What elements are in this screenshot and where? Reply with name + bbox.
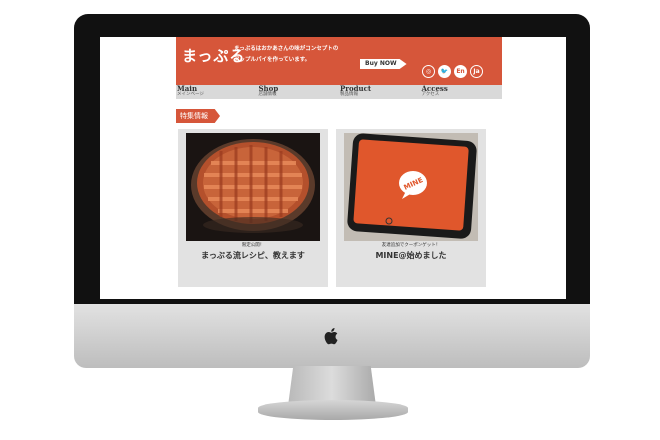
nav-label: Main	[177, 84, 198, 93]
nav-item-main[interactable]: Main メインページ	[176, 85, 258, 99]
nav-sublabel: 店舗情報	[258, 92, 277, 97]
card-subtitle: 限定公開！	[241, 243, 265, 248]
buy-now-button[interactable]: Buy NOW	[360, 59, 407, 69]
imac-stand-foot	[258, 400, 408, 420]
nav-label: Access	[421, 84, 448, 93]
social-links: ◎ 🐦 En Ja	[422, 65, 483, 78]
card-subtitle: 友達追加でクーポンゲット！	[381, 243, 441, 248]
card-title[interactable]: まっぷる流レシピ、教えます	[178, 250, 328, 261]
twitter-icon[interactable]: 🐦	[438, 65, 451, 78]
nav-sublabel: メインページ	[177, 92, 204, 97]
nav-sublabel: アクセス	[421, 92, 440, 97]
apple-logo-icon	[324, 328, 338, 345]
nav-item-shop[interactable]: Shop 店舗情報	[258, 85, 340, 99]
apple-pie-photo	[186, 133, 320, 241]
feature-card-recipe[interactable]: 限定公開！ まっぷる流レシピ、教えます	[178, 129, 328, 287]
japanese-icon[interactable]: Ja	[470, 65, 483, 78]
feature-card-mine[interactable]: MINE 友達追加でクーポンゲット！ MINE@始めました	[336, 129, 486, 287]
smartphone-photo: MINE	[344, 133, 478, 241]
screen: まっぷる まっぷるはおかあさんの味がコンセプトの アップルパイを作っています。 …	[100, 37, 566, 299]
nav-label: Shop	[258, 84, 279, 93]
nav-sublabel: 製品情報	[340, 92, 358, 97]
english-icon[interactable]: En	[454, 65, 467, 78]
main-nav: Main メインページ Shop 店舗情報 Product 製品情報 Acces…	[176, 85, 502, 99]
instagram-icon[interactable]: ◎	[422, 65, 435, 78]
card-title[interactable]: MINE@始めました	[336, 250, 486, 261]
section-label: 特集情報	[176, 109, 220, 123]
nav-item-product[interactable]: Product 製品情報	[339, 85, 421, 99]
nav-item-access[interactable]: Access アクセス	[421, 85, 503, 99]
site-header: まっぷる まっぷるはおかあさんの味がコンセプトの アップルパイを作っています。 …	[176, 37, 502, 85]
nav-label: Product	[340, 84, 372, 93]
